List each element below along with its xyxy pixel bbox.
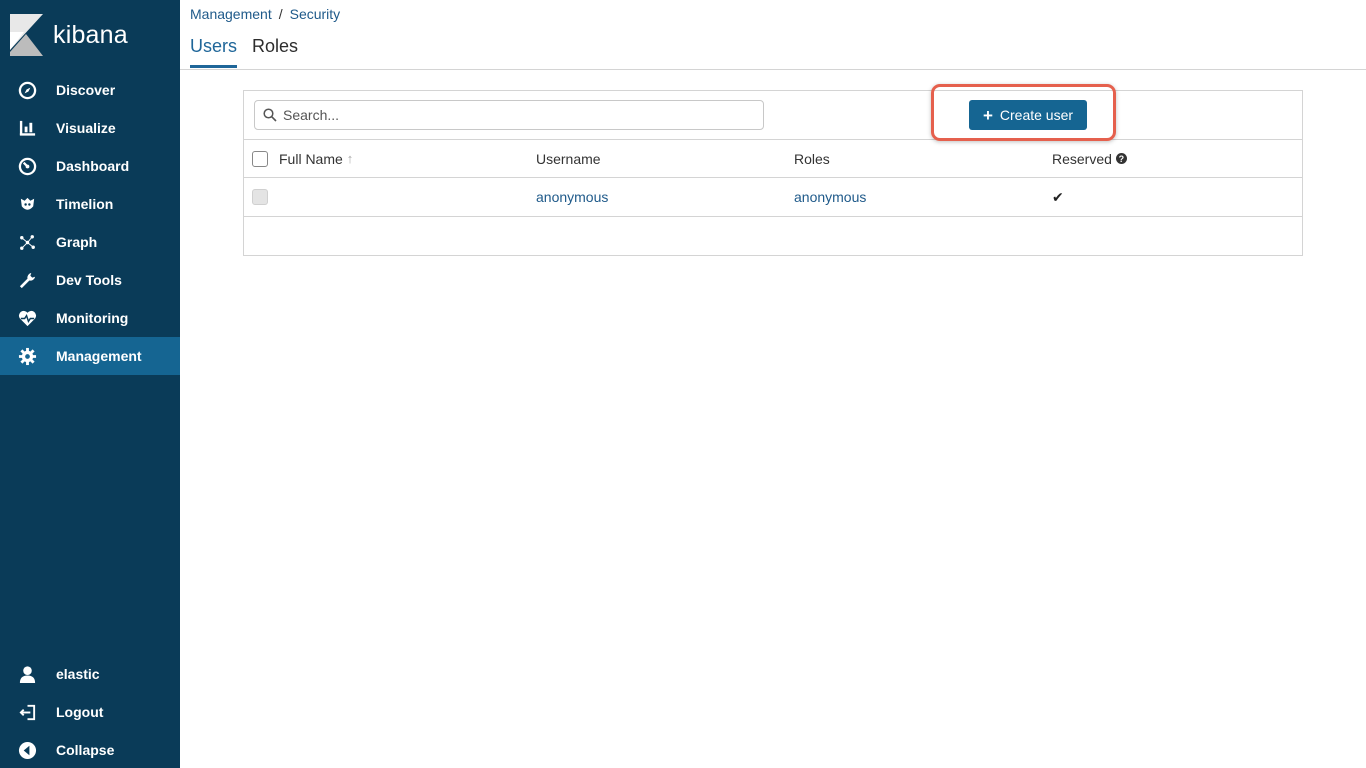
sidebar-item-label: Dev Tools: [56, 272, 122, 288]
sidebar-item-user[interactable]: elastic: [0, 655, 180, 693]
users-table-panel: + Create user Full Name ↑ Username Roles…: [243, 84, 1303, 256]
sidebar-item-label: Logout: [56, 704, 104, 720]
wrench-icon: [17, 270, 38, 291]
bar-chart-icon: [17, 118, 38, 139]
sidebar-item-monitoring[interactable]: Monitoring: [0, 299, 180, 337]
sidebar-item-label: Discover: [56, 82, 116, 98]
question-circle-icon[interactable]: ?: [1115, 153, 1127, 164]
cell-username-link[interactable]: anonymous: [536, 178, 608, 216]
sidebar-item-collapse[interactable]: Collapse: [0, 731, 180, 768]
sidebar-nav: Discover Visualize Dashboard Timelion Gr…: [0, 71, 180, 375]
dashboard-icon: [17, 156, 38, 177]
column-label: Username: [536, 150, 601, 167]
sidebar: kibana Discover Visualize Dashboard Time…: [0, 0, 180, 768]
sidebar-item-management[interactable]: Management: [0, 337, 180, 375]
create-user-button[interactable]: + Create user: [969, 100, 1087, 130]
gear-icon: [17, 346, 38, 367]
sidebar-item-discover[interactable]: Discover: [0, 71, 180, 109]
logout-icon: [17, 702, 38, 723]
sidebar-item-label: Management: [56, 348, 142, 364]
table-toolbar: + Create user: [244, 84, 1302, 141]
sidebar-item-graph[interactable]: Graph: [0, 223, 180, 261]
sidebar-item-label: Timelion: [56, 196, 114, 212]
breadcrumb-separator: /: [278, 6, 283, 22]
column-label: Roles: [794, 150, 830, 167]
search-icon: [263, 108, 277, 122]
compass-icon: [17, 80, 38, 101]
sidebar-item-label: Graph: [56, 234, 98, 250]
column-header-full-name[interactable]: Full Name ↑: [279, 140, 353, 177]
tab-roles[interactable]: Roles: [252, 36, 298, 68]
sidebar-item-label: Collapse: [56, 742, 115, 758]
column-label: Full Name: [279, 150, 343, 167]
sidebar-bottom-nav: elastic Logout Collapse: [0, 655, 180, 768]
header-divider: [180, 69, 1366, 70]
sort-ascending-icon: ↑: [346, 151, 354, 166]
sidebar-item-label: elastic: [56, 666, 100, 682]
checkmark-icon: ✔: [1052, 188, 1064, 205]
logo-text: kibana: [53, 20, 128, 49]
sidebar-item-label: Dashboard: [56, 158, 130, 174]
sidebar-item-dev-tools[interactable]: Dev Tools: [0, 261, 180, 299]
sidebar-item-timelion[interactable]: Timelion: [0, 185, 180, 223]
cell-roles-link[interactable]: anonymous: [794, 178, 866, 216]
column-header-roles: Roles: [794, 140, 830, 177]
column-label: Reserved: [1052, 150, 1112, 167]
sidebar-item-visualize[interactable]: Visualize: [0, 109, 180, 147]
breadcrumb-security[interactable]: Security: [290, 6, 341, 22]
breadcrumb-management[interactable]: Management: [190, 6, 272, 22]
kibana-logo-icon: [10, 14, 43, 56]
collapse-icon: [17, 740, 38, 761]
search-box[interactable]: [254, 100, 764, 130]
row-checkbox: [252, 189, 268, 205]
sidebar-item-label: Visualize: [56, 120, 116, 136]
sidebar-item-logout[interactable]: Logout: [0, 693, 180, 731]
breadcrumb: Management / Security: [190, 6, 340, 22]
search-input[interactable]: [283, 107, 753, 123]
table-header: Full Name ↑ Username Roles Reserved ?: [244, 140, 1302, 178]
tab-users[interactable]: Users: [190, 36, 238, 68]
timelion-icon: [17, 194, 38, 215]
user-icon: [17, 664, 38, 685]
heartbeat-icon: [17, 308, 38, 329]
create-user-label: Create user: [999, 107, 1074, 123]
select-all-checkbox[interactable]: [252, 151, 268, 167]
graph-icon: [17, 232, 38, 253]
kibana-logo[interactable]: kibana: [10, 14, 170, 56]
sidebar-item-dashboard[interactable]: Dashboard: [0, 147, 180, 185]
sidebar-item-label: Monitoring: [56, 310, 129, 326]
table-row: anonymous anonymous ✔: [244, 178, 1302, 217]
column-header-username: Username: [536, 140, 601, 177]
column-header-reserved: Reserved ?: [1052, 140, 1127, 177]
plus-icon: +: [982, 105, 993, 125]
tabs: Users Roles: [190, 36, 313, 68]
